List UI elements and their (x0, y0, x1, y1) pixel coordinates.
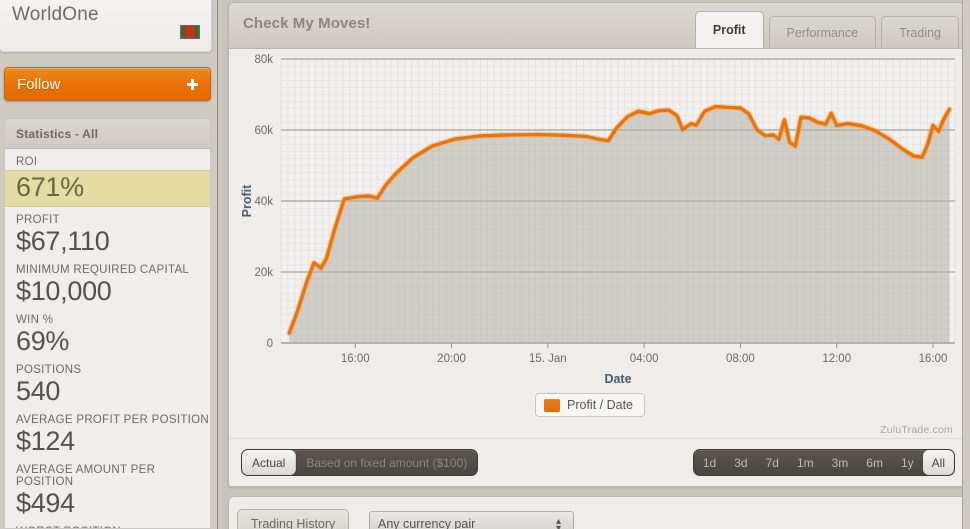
statistics-panel: Statistics - All ROI 671% PROFIT $67,110 MIN… (4, 118, 211, 529)
svg-text:40k: 40k (254, 196, 273, 208)
stat-label: PROFIT (16, 214, 60, 226)
tab-performance[interactable]: Performance (768, 16, 877, 48)
stat-value: $124 (16, 426, 75, 456)
trading-history-panel: Trading History Any currency pair ▴ ▾ (228, 496, 966, 529)
chart-toolbar: Actual Based on fixed amount ($100) 1d 3d 7… (229, 438, 965, 486)
svg-text:16:00: 16:00 (341, 353, 370, 365)
currency-pair-select[interactable]: Any currency pair ▴ ▾ (369, 511, 574, 529)
flag-icon (180, 25, 200, 39)
svg-text:80k: 80k (254, 54, 273, 66)
stat-label: AVERAGE PROFIT PER POSITION (16, 414, 209, 426)
stat-value: 69% (16, 326, 70, 356)
follow-button[interactable]: Follow (4, 67, 211, 101)
svg-text:12:00: 12:00 (822, 353, 851, 365)
stat-row: AVERAGE AMOUNT PER POSITION $494 (5, 457, 210, 519)
stat-row: WORST POSITION$500 (5, 519, 210, 528)
range-3m[interactable]: 3m (823, 450, 858, 475)
stat-value: $67,110 (16, 226, 110, 256)
svg-text:04:00: 04:00 (630, 353, 659, 365)
page-scrollbar[interactable] (962, 0, 970, 529)
stat-value: $494 (16, 488, 75, 518)
stat-row: WIN % 69% (5, 307, 210, 357)
statistics-header-label: Statistics - All (16, 126, 99, 141)
stat-label: AVERAGE AMOUNT PER POSITION (16, 464, 156, 488)
range-3d[interactable]: 3d (725, 450, 756, 475)
range-6m[interactable]: 6m (857, 450, 892, 475)
stat-value: 671% (5, 170, 210, 207)
tab-trading-history[interactable]: Trading History (237, 509, 350, 529)
main-content: Check My Moves! Profit Performance Trading… (218, 0, 970, 529)
stat-label: ROI (16, 156, 38, 168)
trader-card: WorldOne (0, 0, 212, 52)
range-1y[interactable]: 1y (892, 450, 923, 475)
currency-pair-value: Any currency pair (378, 517, 476, 529)
svg-text:08:00: 08:00 (726, 353, 755, 365)
stat-value: $10,000 (16, 276, 112, 306)
legend-swatch-icon (544, 398, 560, 412)
stat-row: AVERAGE PROFIT PER POSITION $124 (5, 407, 210, 457)
svg-text:15. Jan: 15. Jan (529, 353, 567, 365)
stat-label: WIN % (16, 314, 54, 326)
stat-label: MINIMUM REQUIRED CAPITAL (16, 264, 190, 276)
plus-icon (187, 79, 198, 90)
svg-text:Profit: Profit (240, 184, 254, 217)
legend-label: Profit / Date (567, 398, 633, 412)
profit-chart: 0 20k 40k 60k 80k 16:00 20:00 15. Jan 04:00 08:00… (240, 54, 956, 386)
tab-profit[interactable]: Profit (694, 11, 764, 48)
svg-text:16:00: 16:00 (919, 353, 948, 365)
stat-value: 540 (16, 376, 61, 406)
range-7d[interactable]: 7d (757, 450, 788, 475)
trader-name: WorldOne (12, 4, 99, 25)
range-1d[interactable]: 1d (694, 450, 725, 475)
tab-trading[interactable]: Trading (881, 16, 959, 48)
page-root: WorldOne Follow Statistics - All ROI 671%… (0, 0, 970, 529)
stat-row: PROFIT $67,110 (5, 207, 210, 257)
stat-row: POSITIONS 540 (5, 357, 210, 407)
amount-mode-toggle[interactable]: Actual Based on fixed amount ($100) (241, 449, 479, 476)
statistics-header: Statistics - All (5, 119, 210, 149)
stat-row: ROI 671% (5, 149, 210, 207)
chart-panel-header: Check My Moves! Profit Performance Trading (229, 3, 965, 49)
watermark: ZuluTrade.com (880, 424, 953, 436)
svg-text:60k: 60k (254, 125, 273, 137)
svg-text:0: 0 (267, 338, 273, 350)
svg-text:20:00: 20:00 (437, 353, 466, 365)
page-title: Check My Moves! (243, 15, 371, 32)
stat-label: POSITIONS (16, 364, 82, 376)
range-1m[interactable]: 1m (788, 450, 823, 475)
stat-row: MINIMUM REQUIRED CAPITAL $10,000 (5, 257, 210, 307)
amount-mode-actual[interactable]: Actual (242, 450, 297, 475)
svg-text:20k: 20k (254, 267, 273, 279)
amount-mode-based-on-fixed-amount-100[interactable]: Based on fixed amount ($100) (296, 450, 477, 475)
updown-arrows-icon: ▴ ▾ (556, 516, 562, 529)
chart-area: 0 20k 40k 60k 80k 16:00 20:00 15. Jan 04:00 08:00… (229, 49, 965, 439)
statistics-list: ROI 671% PROFIT $67,110 MINIMUM REQUIRED CAP… (5, 149, 210, 528)
follow-button-label: Follow (17, 76, 61, 93)
svg-text:Date: Date (604, 372, 631, 386)
range-all[interactable]: All (922, 450, 954, 475)
time-range-selector[interactable]: 1d 3d 7d 1m 3m 6m 1y All (692, 449, 955, 476)
chart-panel: Check My Moves! Profit Performance Trading… (228, 2, 966, 487)
chart-tabs: Profit Performance Trading (690, 11, 959, 48)
sidebar: WorldOne Follow Statistics - All ROI 671%… (0, 0, 218, 529)
chart-legend[interactable]: Profit / Date (535, 393, 645, 417)
